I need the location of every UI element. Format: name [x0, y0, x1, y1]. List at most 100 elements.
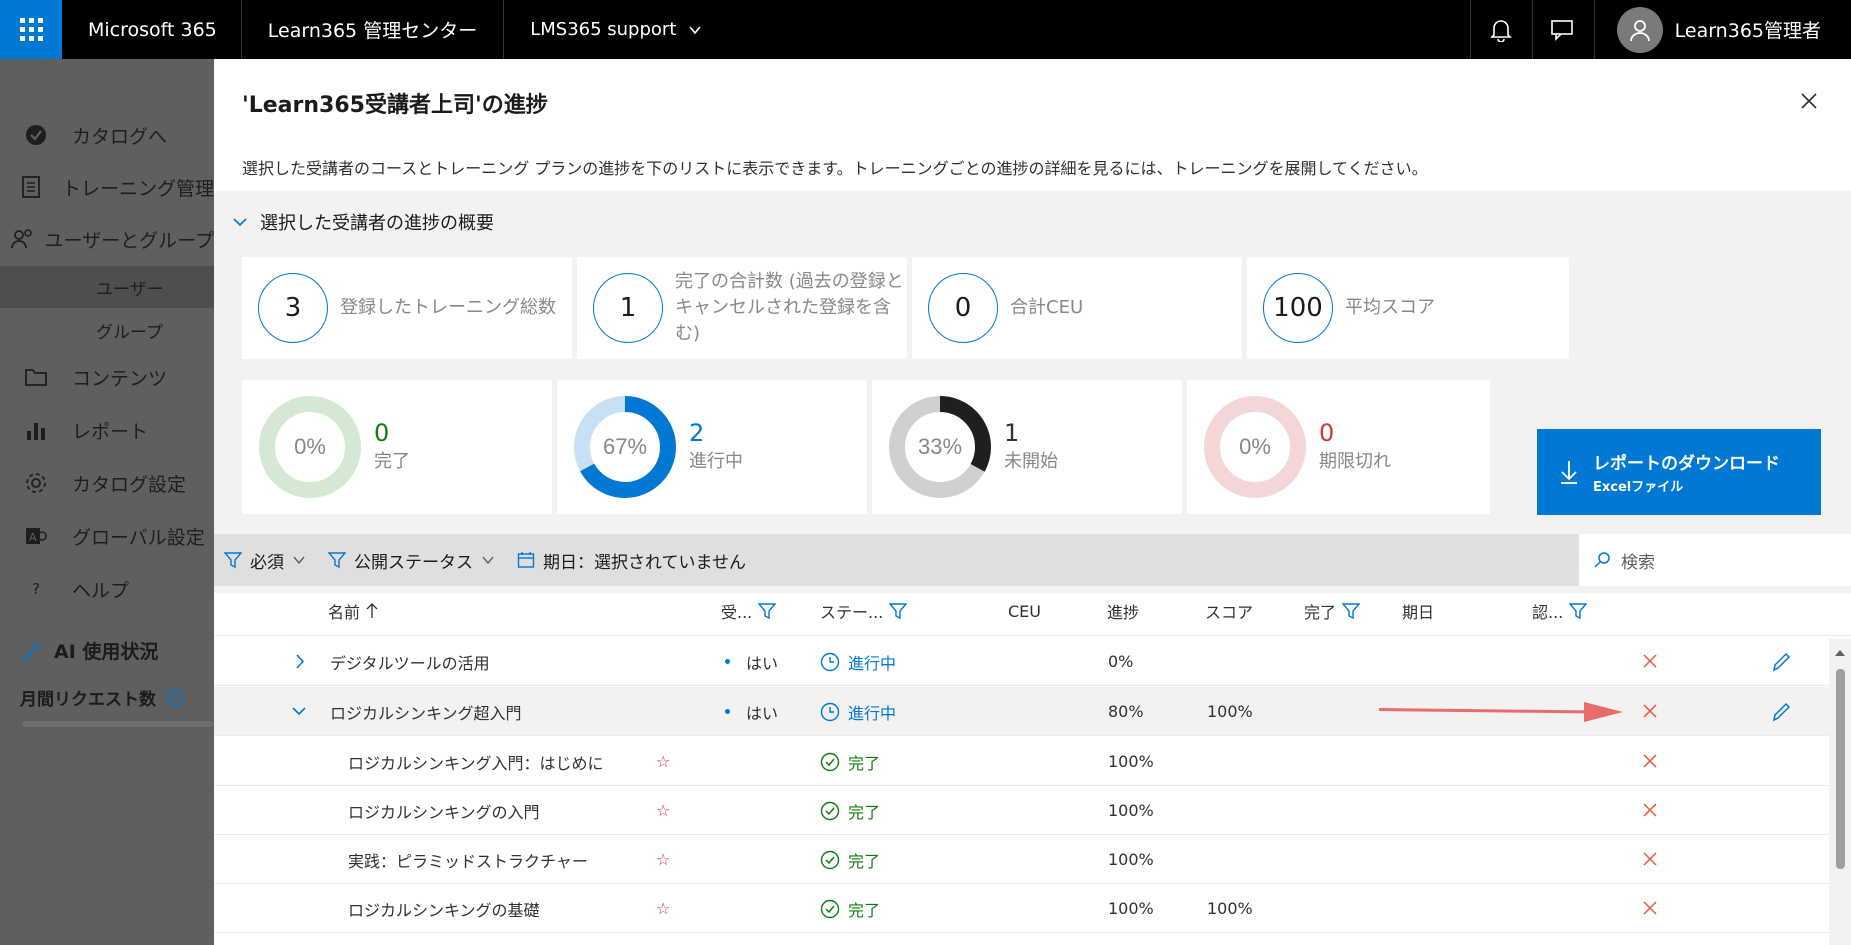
column-ceu[interactable]: CEU [1008, 586, 1041, 636]
column-score[interactable]: スコア [1205, 586, 1253, 636]
avatar [1616, 6, 1663, 53]
column-cert[interactable]: 認... [1532, 586, 1588, 636]
edit-pencil-icon[interactable] [1771, 637, 1791, 686]
x-icon [1643, 901, 1657, 915]
donut-completed: 0% 0 完了 [242, 380, 552, 514]
filter-icon [758, 603, 777, 620]
row-name: 実践：ピラミッドストラクチャー [348, 851, 588, 871]
column-due[interactable]: 期日 [1402, 586, 1434, 636]
download-icon [1561, 461, 1577, 484]
table-row[interactable]: ロジカルシンキング入門：はじめに ☆ 完了 100% [214, 737, 1829, 786]
sidebar-item-training[interactable]: トレーニング管理 [0, 163, 214, 211]
clock-icon [820, 652, 840, 671]
chevron-down-icon[interactable] [290, 687, 308, 736]
filter-publish-status[interactable]: 公開ステータス [328, 548, 495, 573]
donut-label: 期限切れ [1319, 451, 1391, 472]
feedback-button[interactable] [1531, 0, 1594, 59]
row-progress: 100% [1108, 899, 1154, 918]
svg-text:33%: 33% [918, 434, 962, 459]
row-name: ロジカルシンキングの入門 [348, 802, 540, 822]
row-progress: 80% [1108, 702, 1144, 721]
close-icon[interactable] [1797, 89, 1821, 113]
info-icon[interactable] [166, 689, 184, 707]
filter-icon [1342, 603, 1361, 620]
sidebar-item-content[interactable]: コンテンツ [0, 353, 214, 401]
check-circle-icon [820, 801, 840, 820]
table-scrollbar[interactable] [1829, 639, 1851, 945]
stat-total-completed: 1 完了の合計数 (過去の登録とキャンセルされた登録を含む) [577, 257, 907, 359]
download-report-button[interactable]: レポートのダウンロード Excelファイル [1537, 429, 1821, 515]
sidebar-item-help[interactable]: ? ヘルプ [0, 565, 214, 613]
bullet-icon [725, 659, 730, 664]
row-score: 100% [1207, 702, 1253, 721]
stat-average-score: 100 平均スコア [1247, 257, 1569, 359]
stat-value: 0 [928, 273, 998, 343]
x-icon [1643, 803, 1657, 817]
row-progress: 100% [1108, 752, 1154, 771]
donut-overdue: 0% 0 期限切れ [1187, 380, 1490, 514]
summary-toggle[interactable]: 選択した受講者の進捗の概要 [232, 209, 494, 235]
brand-link[interactable]: Microsoft 365 [62, 0, 242, 59]
sidebar-subitem-groups[interactable]: グループ [0, 309, 214, 351]
row-progress: 100% [1108, 801, 1154, 820]
donut-not-started: 33% 1 未開始 [872, 380, 1182, 514]
donut-count: 2 [689, 419, 705, 447]
donut-chart: 67% [574, 396, 676, 498]
sidebar-item-reports[interactable]: レポート [0, 406, 214, 454]
column-name[interactable]: 名前 [328, 586, 378, 636]
row-enrolled: はい [725, 637, 778, 686]
sidebar-subitem-users[interactable]: ユーザー [0, 266, 214, 308]
stat-label: 平均スコア [1345, 296, 1435, 318]
app-launcher-button[interactable] [0, 0, 62, 59]
waffle-icon [19, 18, 43, 41]
column-complete[interactable]: 完了 [1304, 586, 1361, 636]
filter-required[interactable]: 必須 [224, 548, 306, 573]
table-row[interactable]: デジタルツールの活用 はい 進行中 0% [214, 637, 1829, 686]
stat-value: 1 [593, 273, 663, 343]
chevron-right-icon[interactable] [293, 637, 307, 686]
stat-value: 3 [258, 273, 328, 343]
scrollbar-thumb[interactable] [1836, 669, 1845, 869]
donut-count: 1 [1004, 419, 1020, 447]
search-input[interactable]: 検索 [1579, 534, 1851, 586]
sidebar-item-catalog-settings[interactable]: カタログ設定 [0, 459, 214, 507]
row-progress: 100% [1108, 850, 1154, 869]
row-name: デジタルツールの活用 [330, 653, 490, 673]
filter-due-date[interactable]: 期日：選択されていません [517, 548, 746, 573]
sidebar-item-global-settings[interactable]: A グローバル設定 [0, 512, 214, 560]
calendar-icon [517, 552, 535, 568]
sidebar-item-users-groups[interactable]: ユーザーとグループ [0, 215, 214, 263]
org-label: LMS365 support [530, 19, 677, 40]
edit-pencil-icon[interactable] [1771, 687, 1791, 736]
column-status[interactable]: ステー... [820, 586, 908, 636]
column-enrolled[interactable]: 受... [721, 586, 777, 636]
table-row[interactable]: 実践：ピラミッドストラクチャー ☆ 完了 100% [214, 835, 1829, 884]
sidebar-item-catalog[interactable]: カタログへ [0, 111, 214, 159]
table-row[interactable]: ロジカルシンキングの基礎 ☆ 完了 100% 100% [214, 884, 1829, 933]
stat-value: 100 [1263, 273, 1333, 343]
x-icon [1643, 704, 1657, 718]
donut-count: 0 [374, 419, 390, 447]
magic-wand-icon [22, 641, 41, 661]
folder-icon [25, 369, 47, 386]
monthly-requests-bar [22, 721, 214, 727]
column-progress[interactable]: 進捗 [1107, 586, 1139, 636]
filter-icon [1569, 603, 1588, 620]
monthly-requests-title: 月間リクエスト数 [20, 685, 184, 710]
table-row[interactable]: ロジカルシンキングの入門 ☆ 完了 100% [214, 786, 1829, 835]
clock-icon [820, 702, 840, 721]
x-icon [1643, 852, 1657, 866]
org-selector[interactable]: LMS365 support [504, 0, 728, 59]
gear-icon [26, 473, 46, 493]
scroll-up-icon[interactable] [1829, 645, 1851, 661]
app-title[interactable]: Learn365 管理センター [242, 0, 505, 59]
row-status: 進行中 [820, 687, 896, 736]
table-row[interactable]: ロジカルシンキング超入門 はい 進行中 80% 100% [214, 687, 1829, 736]
notifications-button[interactable] [1469, 0, 1532, 59]
stat-label: 合計CEU [1010, 296, 1084, 318]
account-menu[interactable]: Learn365管理者 [1593, 0, 1851, 59]
stat-total-ceu: 0 合計CEU [912, 257, 1242, 359]
download-sublabel: Excelファイル [1593, 480, 1684, 495]
row-progress: 0% [1108, 652, 1134, 671]
filter-icon [224, 552, 242, 569]
